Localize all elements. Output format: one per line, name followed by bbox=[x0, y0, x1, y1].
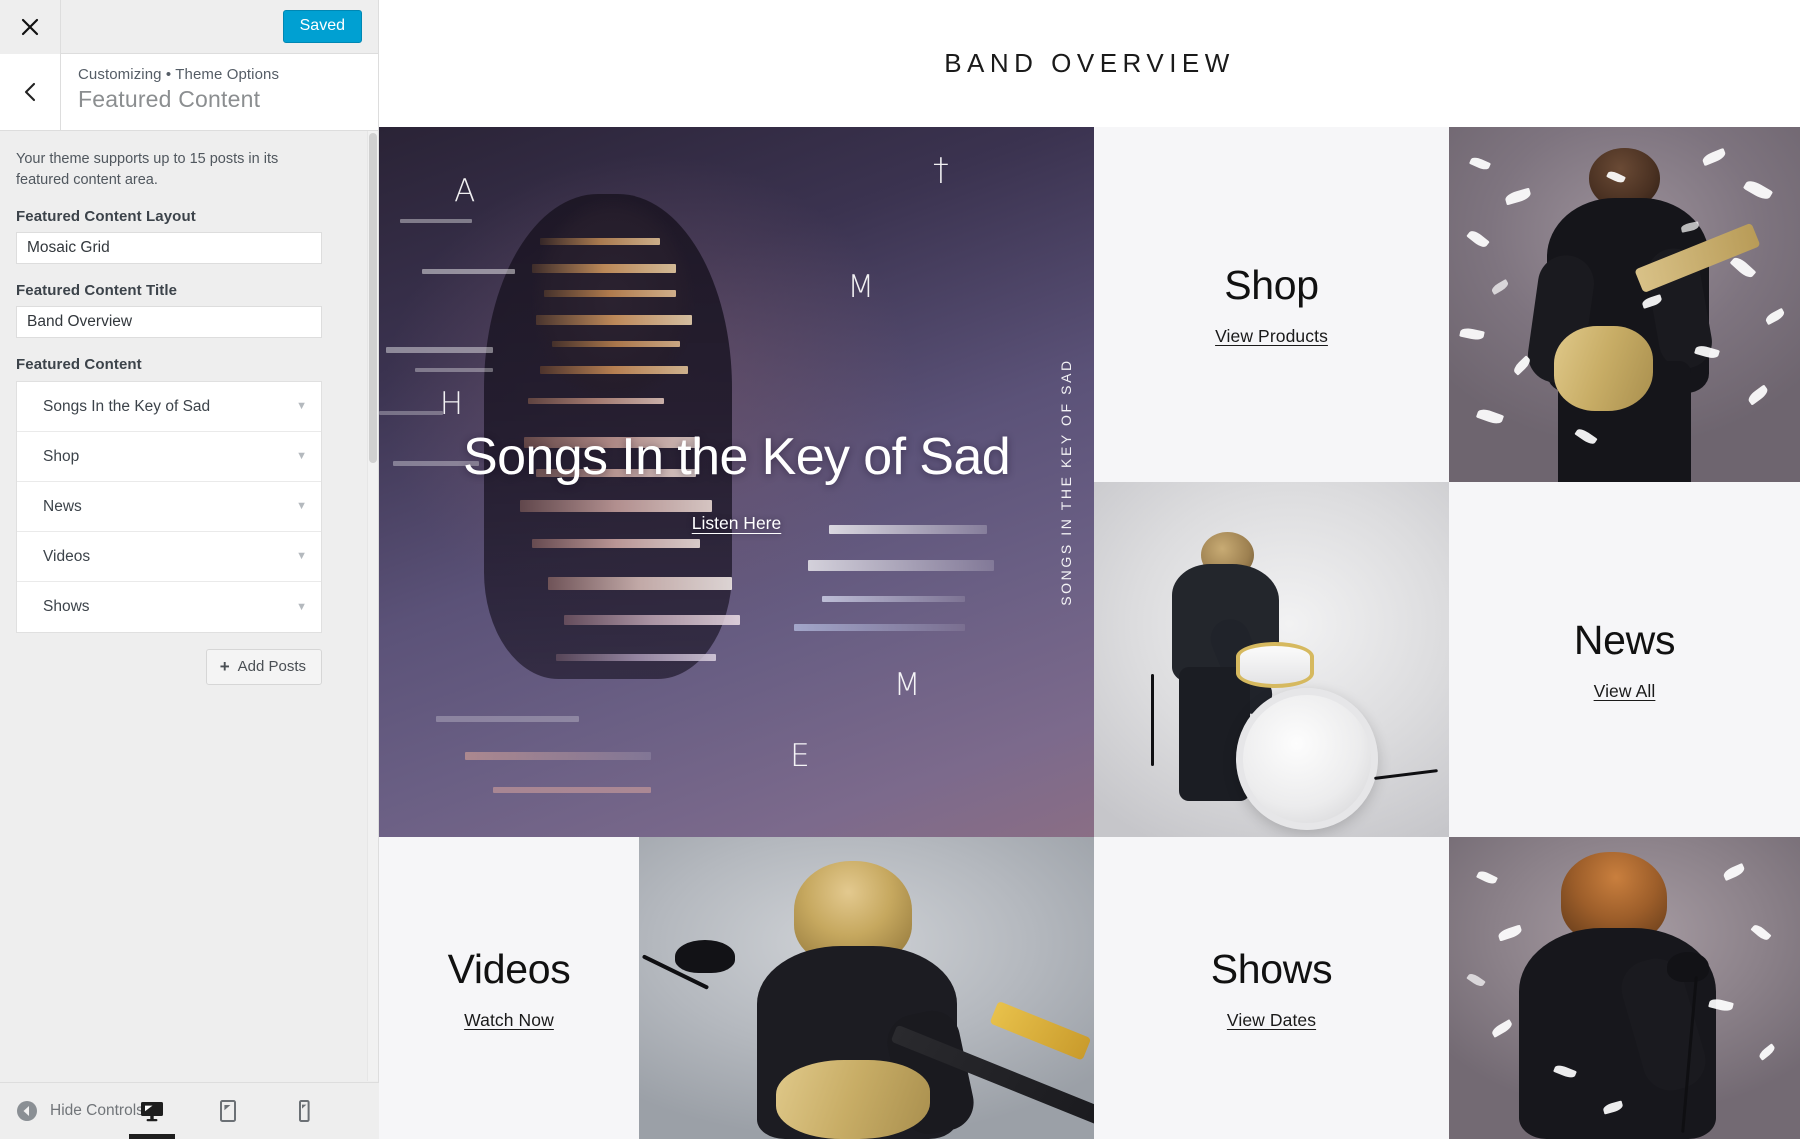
mobile-icon bbox=[299, 1099, 310, 1122]
featured-content-mosaic: A † M H M E Songs In the Key of Sad List… bbox=[379, 127, 1800, 1139]
news-heading: News bbox=[1573, 617, 1676, 663]
add-posts-row: + Add Posts bbox=[16, 649, 322, 686]
chevron-down-icon[interactable]: ▼ bbox=[296, 501, 307, 512]
news-tile[interactable]: News View All bbox=[1449, 482, 1800, 837]
list-item[interactable]: News ▼ bbox=[17, 482, 321, 533]
site-header: BAND OVERVIEW bbox=[379, 0, 1800, 127]
field-label-title: Featured Content Title bbox=[16, 282, 178, 300]
hide-controls-button[interactable]: Hide Controls bbox=[16, 1100, 144, 1122]
shop-heading: Shop bbox=[1224, 262, 1319, 308]
panel-title-bar: Customizing • Theme Options Featured Con… bbox=[0, 54, 378, 131]
customizer-footer: Hide Controls bbox=[0, 1082, 379, 1139]
customizer-screen: Saved Customizing • Theme Options Featur… bbox=[0, 0, 1800, 1139]
hero-glyph-m2: M bbox=[893, 666, 921, 703]
customizer-header: Saved bbox=[0, 0, 378, 54]
panel-title-text: Customizing • Theme Options Featured Con… bbox=[61, 54, 378, 130]
list-item[interactable]: Videos ▼ bbox=[17, 532, 321, 583]
shop-tile-content: Shop View Products bbox=[1094, 127, 1449, 482]
field-featured-content-layout: Featured Content Layout bbox=[16, 208, 362, 265]
hero-glyph-m1: M bbox=[847, 269, 875, 305]
shows-tile[interactable]: Shows View Dates bbox=[1094, 837, 1449, 1139]
device-tablet-button[interactable] bbox=[205, 1082, 251, 1139]
hero-title: Songs In the Key of Sad bbox=[462, 428, 1011, 486]
featured-content-list: Songs In the Key of Sad ▼ Shop ▼ News ▼ … bbox=[16, 381, 322, 634]
hero-text-block: Songs In the Key of Sad Listen Here bbox=[379, 427, 1094, 534]
chevron-down-icon[interactable]: ▼ bbox=[296, 551, 307, 562]
list-item[interactable]: Shows ▼ bbox=[17, 582, 321, 633]
videos-tile-content: Videos Watch Now bbox=[379, 837, 639, 1139]
photo-tile-guitarist-mic[interactable] bbox=[639, 837, 1094, 1139]
device-preview-group bbox=[129, 1082, 327, 1139]
close-button[interactable] bbox=[0, 0, 61, 54]
desktop-icon bbox=[141, 1101, 163, 1121]
photo-guitarist-mic bbox=[639, 837, 1094, 1139]
customizer-sidebar: Saved Customizing • Theme Options Featur… bbox=[0, 0, 379, 1139]
active-device-underline bbox=[129, 1134, 175, 1139]
site-preview[interactable]: BAND OVERVIEW A † M H M E Songs In the K… bbox=[379, 0, 1800, 1139]
sidebar-scrollbar[interactable] bbox=[367, 131, 378, 1081]
photo-singer bbox=[1449, 837, 1800, 1139]
page-title: Featured Content bbox=[78, 86, 261, 112]
hero-listen-link[interactable]: Listen Here bbox=[692, 513, 782, 534]
shop-link[interactable]: View Products bbox=[1215, 326, 1328, 347]
title-input[interactable] bbox=[16, 306, 322, 339]
back-button[interactable] bbox=[0, 54, 61, 130]
list-item[interactable]: Songs In the Key of Sad ▼ bbox=[17, 382, 321, 433]
collapse-left-icon bbox=[17, 1101, 37, 1121]
photo-drummer bbox=[1094, 482, 1449, 837]
list-item-label: Shop bbox=[43, 447, 80, 465]
shop-tile[interactable]: Shop View Products bbox=[1094, 127, 1449, 482]
add-posts-label: Add Posts bbox=[237, 658, 306, 676]
hero-glyph-e: E bbox=[790, 737, 810, 774]
close-icon bbox=[21, 18, 39, 36]
plus-icon: + bbox=[219, 657, 230, 677]
videos-link[interactable]: Watch Now bbox=[464, 1010, 554, 1031]
field-label-layout: Featured Content Layout bbox=[16, 208, 196, 226]
tablet-icon bbox=[220, 1099, 236, 1122]
shows-tile-content: Shows View Dates bbox=[1094, 837, 1449, 1139]
hero-glyph-cross: † bbox=[933, 151, 949, 188]
chevron-down-icon[interactable]: ▼ bbox=[296, 451, 307, 462]
list-item-label: Songs In the Key of Sad bbox=[43, 397, 211, 415]
list-item[interactable]: Shop ▼ bbox=[17, 432, 321, 483]
shows-link[interactable]: View Dates bbox=[1227, 1010, 1316, 1031]
shows-heading: Shows bbox=[1210, 945, 1333, 992]
header-actions: Saved bbox=[61, 0, 378, 53]
site-title: BAND OVERVIEW bbox=[944, 48, 1235, 78]
add-posts-button[interactable]: + Add Posts bbox=[205, 649, 322, 686]
panel-description: Your theme supports up to 15 posts in it… bbox=[16, 151, 279, 188]
device-desktop-button[interactable] bbox=[129, 1082, 175, 1139]
list-item-label: Shows bbox=[43, 598, 90, 616]
chevron-left-icon bbox=[24, 82, 36, 102]
sidebar-scrollbar-thumb[interactable] bbox=[369, 133, 377, 463]
hero-vertical-caption: SONGS IN THE KEY OF SAD bbox=[1058, 358, 1074, 606]
save-button[interactable]: Saved bbox=[282, 10, 362, 43]
list-item-label: Videos bbox=[43, 547, 91, 565]
device-mobile-button[interactable] bbox=[281, 1082, 327, 1139]
news-tile-content: News View All bbox=[1449, 482, 1800, 837]
list-item-label: News bbox=[43, 497, 82, 515]
hero-background: A † M H M E Songs In the Key of Sad List… bbox=[379, 127, 1094, 837]
featured-content-section-label: Featured Content bbox=[16, 356, 142, 374]
photo-tile-drummer[interactable] bbox=[1094, 482, 1449, 837]
news-link[interactable]: View All bbox=[1594, 681, 1656, 702]
chevron-down-icon[interactable]: ▼ bbox=[296, 401, 307, 412]
videos-tile[interactable]: Videos Watch Now bbox=[379, 837, 639, 1139]
panel-body[interactable]: Your theme supports up to 15 posts in it… bbox=[0, 131, 378, 1081]
videos-heading: Videos bbox=[447, 945, 571, 992]
photo-tile-singer[interactable] bbox=[1449, 837, 1800, 1139]
hero-tile[interactable]: A † M H M E Songs In the Key of Sad List… bbox=[379, 127, 1094, 837]
hero-glyph-h: H bbox=[439, 386, 464, 423]
field-featured-content-title: Featured Content Title bbox=[16, 282, 362, 339]
photo-tile-guitarist-feathers[interactable] bbox=[1449, 127, 1800, 482]
hero-glyph-a: A bbox=[454, 173, 476, 210]
chevron-down-icon[interactable]: ▼ bbox=[296, 601, 307, 613]
layout-input[interactable] bbox=[16, 232, 322, 265]
photo-guitarist-feathers bbox=[1449, 127, 1800, 482]
breadcrumb: Customizing • Theme Options bbox=[78, 66, 280, 83]
